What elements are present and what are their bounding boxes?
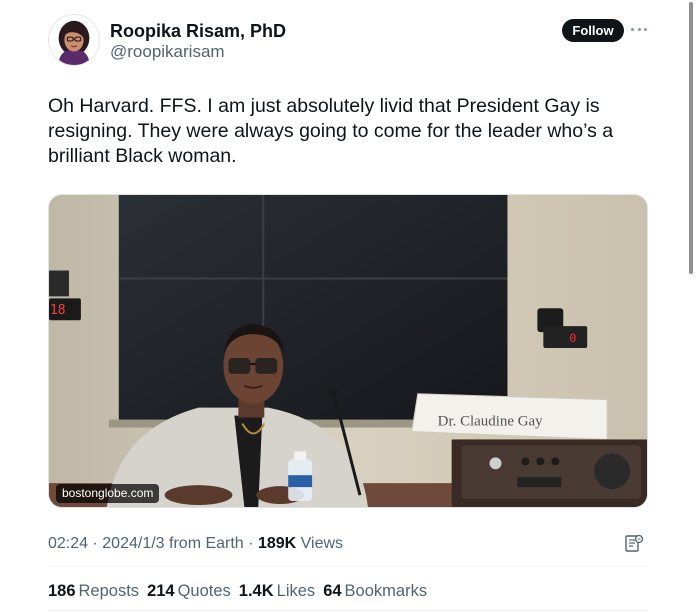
tweet-text: Oh Harvard. FFS. I am just absolutely li… [48, 94, 648, 169]
timer-left-digits: 18 [50, 303, 66, 318]
tweet: Roopika Risam, PhD @roopikarisam Follow … [0, 0, 696, 614]
engagement-stats: 186 Reposts 214 Quotes 1.4K Likes 64 Bookmar… [48, 581, 427, 601]
reposts-label: Reposts [78, 582, 140, 600]
tweet-time[interactable]: 02:24 [48, 535, 88, 552]
views-count: 189K [257, 535, 297, 552]
quotes-label: Quotes [177, 582, 231, 600]
analytics-icon[interactable] [624, 533, 644, 553]
avatar-illustration [49, 15, 99, 65]
quotes-stat[interactable]: 214 Quotes [147, 581, 231, 601]
tweet-meta: 02:24 · 2024/1/3 from Earth · 189K Views [48, 534, 343, 554]
tweet-text-line: brilliant Black woman. [48, 145, 237, 167]
nameplate-text: Dr. Claudine Gay [438, 414, 543, 430]
meta-separator: · [92, 535, 98, 552]
media-source-label[interactable]: bostonglobe.com [56, 484, 160, 503]
hearing-photo: 18 0 Dr. Claudine Gay [49, 195, 647, 507]
more-icon[interactable] [631, 22, 647, 36]
tweet-text-line: resigning. They were always going to com… [48, 120, 614, 142]
user-handle[interactable]: @roopikarisam [110, 42, 225, 62]
bookmarks-stat[interactable]: 64 Bookmarks [323, 581, 427, 601]
avatar[interactable] [48, 14, 100, 66]
media-photo[interactable]: 18 0 Dr. Claudine Gay bostonglobe.com [48, 194, 648, 508]
divider [48, 566, 648, 567]
meta-separator: · [248, 535, 254, 552]
likes-count: 1.4K [238, 582, 274, 600]
scrollbar-thumb[interactable] [689, 2, 693, 274]
tweet-source: from Earth [169, 535, 244, 552]
likes-label: Likes [276, 582, 316, 600]
quotes-count: 214 [147, 582, 175, 600]
follow-button[interactable]: Follow [562, 19, 624, 42]
bookmarks-label: Bookmarks [344, 582, 428, 600]
views-label: Views [300, 535, 344, 552]
tweet-date[interactable]: 2024/1/3 [102, 535, 164, 552]
scrollbar[interactable] [688, 0, 696, 614]
timer-right-digits: 0 [569, 331, 576, 345]
tweet-text-line: Oh Harvard. FFS. I am just absolutely li… [48, 95, 600, 117]
bookmarks-count: 64 [323, 582, 342, 600]
reposts-stat[interactable]: 186 Reposts [48, 581, 139, 601]
display-name[interactable]: Roopika Risam, PhD [110, 20, 286, 42]
likes-stat[interactable]: 1.4K Likes [239, 581, 315, 601]
divider [48, 610, 648, 611]
reposts-count: 186 [48, 582, 76, 600]
